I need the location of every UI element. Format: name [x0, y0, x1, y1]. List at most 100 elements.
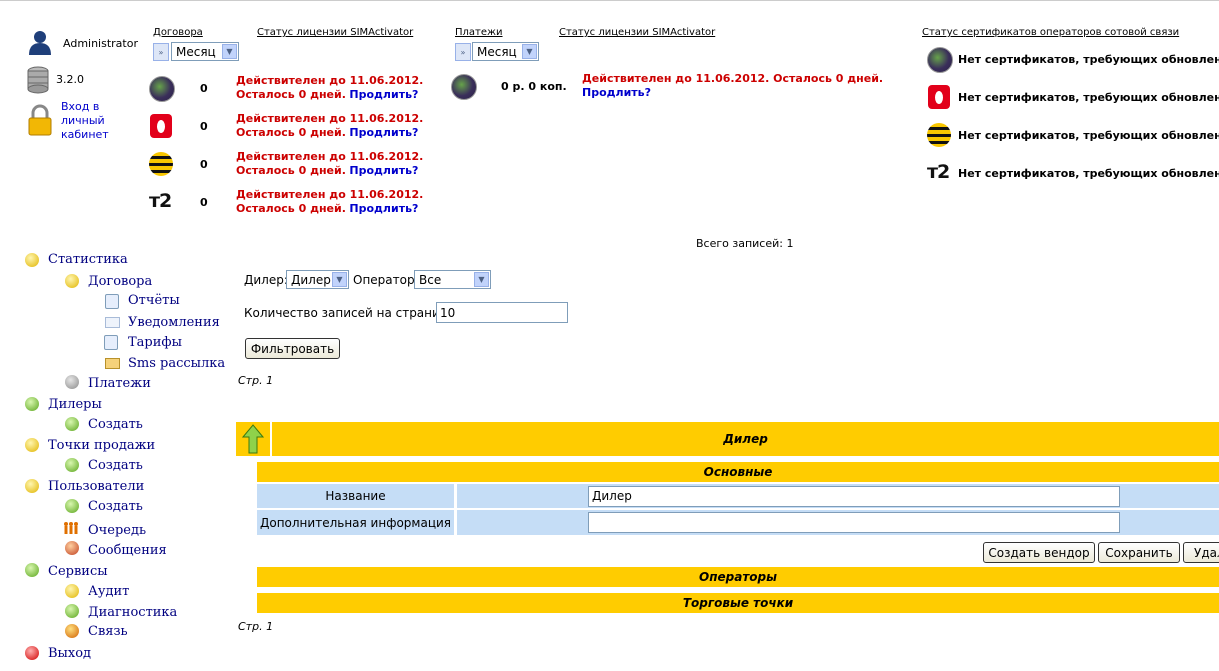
megafon-count: 0 [200, 82, 208, 95]
menu-tariffs[interactable]: Тарифы [128, 335, 182, 350]
version-label: 3.2.0 [56, 73, 84, 86]
license-message-beeline: Действителен до 11.06.2012. Осталось 0 д… [236, 150, 424, 177]
license-message-payments: Действителен до 11.06.2012. Осталось 0 д… [582, 72, 884, 99]
tele2-icon: т2 [149, 190, 172, 212]
license-message-megafon: Действителен до 11.06.2012. Осталось 0 д… [236, 74, 424, 101]
cert-status-beeline: Нет сертификатов, требующих обновления [958, 129, 1219, 142]
dealer-filter-value: Дилер [291, 272, 331, 287]
menu-diagnostics[interactable]: Диагностика [88, 605, 177, 620]
menu-notifications[interactable]: Уведомления [128, 315, 220, 330]
info-input[interactable] [588, 512, 1120, 533]
payments-amount: 0 р. 0 коп. [501, 80, 567, 93]
operator-filter-value: Все [419, 272, 442, 287]
dealers-icon [25, 397, 39, 411]
menu-users[interactable]: Пользователи [48, 479, 144, 494]
license-status-link-1[interactable]: Статус лицензии SIMActivator [257, 27, 413, 38]
extend-link[interactable]: Продлить? [349, 164, 418, 177]
menu-points-create[interactable]: Создать [88, 458, 143, 473]
contracts-period-select[interactable]: Месяц ▼ [171, 42, 239, 61]
menu-dealers-create[interactable]: Создать [88, 417, 143, 432]
menu-points-of-sale[interactable]: Точки продажи [48, 438, 155, 453]
cert-status-link[interactable]: Статус сертификатов операторов сотовой с… [922, 27, 1179, 38]
diagnostics-icon [65, 604, 79, 618]
extend-link[interactable]: Продлить? [349, 126, 418, 139]
dropdown-arrow-icon: ▼ [222, 44, 237, 59]
payments-header-link[interactable]: Платежи [455, 27, 503, 38]
menu-services[interactable]: Сервисы [48, 564, 108, 579]
create-vendor-button[interactable]: Создать вендор [983, 542, 1095, 563]
payments-collapse-button[interactable]: » [455, 43, 471, 61]
services-icon [25, 563, 39, 577]
menu-statistics[interactable]: Статистика [48, 252, 128, 267]
megafon-icon [451, 74, 477, 100]
megafon-icon [927, 47, 953, 73]
filter-button[interactable]: Фильтровать [245, 338, 340, 359]
menu-payments[interactable]: Платежи [88, 376, 151, 391]
tariffs-icon [104, 335, 118, 350]
dealer-filter-label: Дилер: [244, 273, 288, 287]
extend-link[interactable]: Продлить? [582, 86, 651, 99]
contracts-period-value: Месяц [176, 44, 216, 59]
tele2-icon: т2 [927, 161, 950, 183]
plus-icon [65, 417, 79, 431]
beeline-count: 0 [200, 158, 208, 171]
plus-icon [65, 499, 79, 513]
license-message-tele2: Действителен до 11.06.2012. Осталось 0 д… [236, 188, 424, 215]
cert-status-tele2: Нет сертификатов, требующих обновления [958, 167, 1219, 180]
collapse-up-button[interactable] [236, 422, 270, 456]
menu-logout[interactable]: Выход [48, 646, 91, 661]
menu-dealers[interactable]: Дилеры [48, 397, 102, 412]
points-of-sale-icon [25, 438, 39, 452]
page-indicator-top: Стр. 1 [238, 374, 274, 387]
tele2-count: 0 [200, 196, 208, 209]
menu-messages[interactable]: Сообщения [88, 543, 167, 558]
database-icon [27, 66, 49, 94]
audit-icon [65, 584, 79, 598]
lock-icon [27, 104, 53, 136]
statistics-icon [25, 253, 39, 267]
name-value-cell: Дилер [457, 484, 1219, 508]
menu-sms[interactable]: Sms рассылка [128, 356, 225, 371]
dropdown-arrow-icon: ▼ [332, 272, 347, 287]
dealer-title: Дилер [723, 432, 768, 446]
page-indicator-bottom: Стр. 1 [238, 620, 274, 633]
menu-contact[interactable]: Связь [88, 624, 128, 639]
contact-icon [65, 624, 79, 638]
cert-status-mts: Нет сертификатов, требующих обновления [958, 91, 1219, 104]
name-label-cell: Название [257, 484, 454, 508]
extend-link[interactable]: Продлить? [349, 202, 418, 215]
chevron-down-icon: » [460, 47, 466, 57]
reports-icon [105, 294, 119, 309]
top-border [0, 0, 1219, 1]
delete-button-clip: Удалить [1183, 542, 1219, 563]
name-input-value: Дилер [592, 489, 632, 503]
beeline-icon [149, 152, 173, 176]
license-status-link-2[interactable]: Статус лицензии SIMActivator [559, 27, 715, 38]
per-page-input[interactable]: 10 [436, 302, 568, 323]
cert-status-megafon: Нет сертификатов, требующих обновления [958, 53, 1219, 66]
mts-count: 0 [200, 120, 208, 133]
operator-filter-label: Оператор: [353, 273, 419, 287]
menu-users-create[interactable]: Создать [88, 499, 143, 514]
menu-reports[interactable]: Отчёты [128, 293, 180, 308]
beeline-icon [927, 123, 951, 147]
menu-contracts[interactable]: Договора [88, 274, 152, 289]
user-name: Administrator [63, 37, 138, 50]
arrow-up-icon [242, 424, 264, 454]
info-label: Дополнительная информация [259, 515, 452, 530]
operator-filter-select[interactable]: Все ▼ [414, 270, 491, 289]
menu-audit[interactable]: Аудит [88, 584, 129, 599]
sms-mail-icon [105, 358, 120, 369]
payments-period-value: Месяц [477, 44, 517, 59]
save-button[interactable]: Сохранить [1098, 542, 1180, 563]
delete-button[interactable]: Удалить [1183, 542, 1219, 563]
name-input[interactable]: Дилер [588, 485, 1120, 507]
extend-link[interactable]: Продлить? [349, 88, 418, 101]
payments-period-select[interactable]: Месяц ▼ [472, 42, 539, 61]
contracts-header-link[interactable]: Договора [153, 27, 203, 38]
menu-queue[interactable]: Очередь [88, 523, 146, 538]
contracts-collapse-button[interactable]: » [153, 43, 169, 61]
cabinet-link[interactable]: Вход в личный кабинет [61, 100, 111, 142]
dealer-filter-select[interactable]: Дилер ▼ [286, 270, 349, 289]
mts-icon [150, 114, 172, 138]
